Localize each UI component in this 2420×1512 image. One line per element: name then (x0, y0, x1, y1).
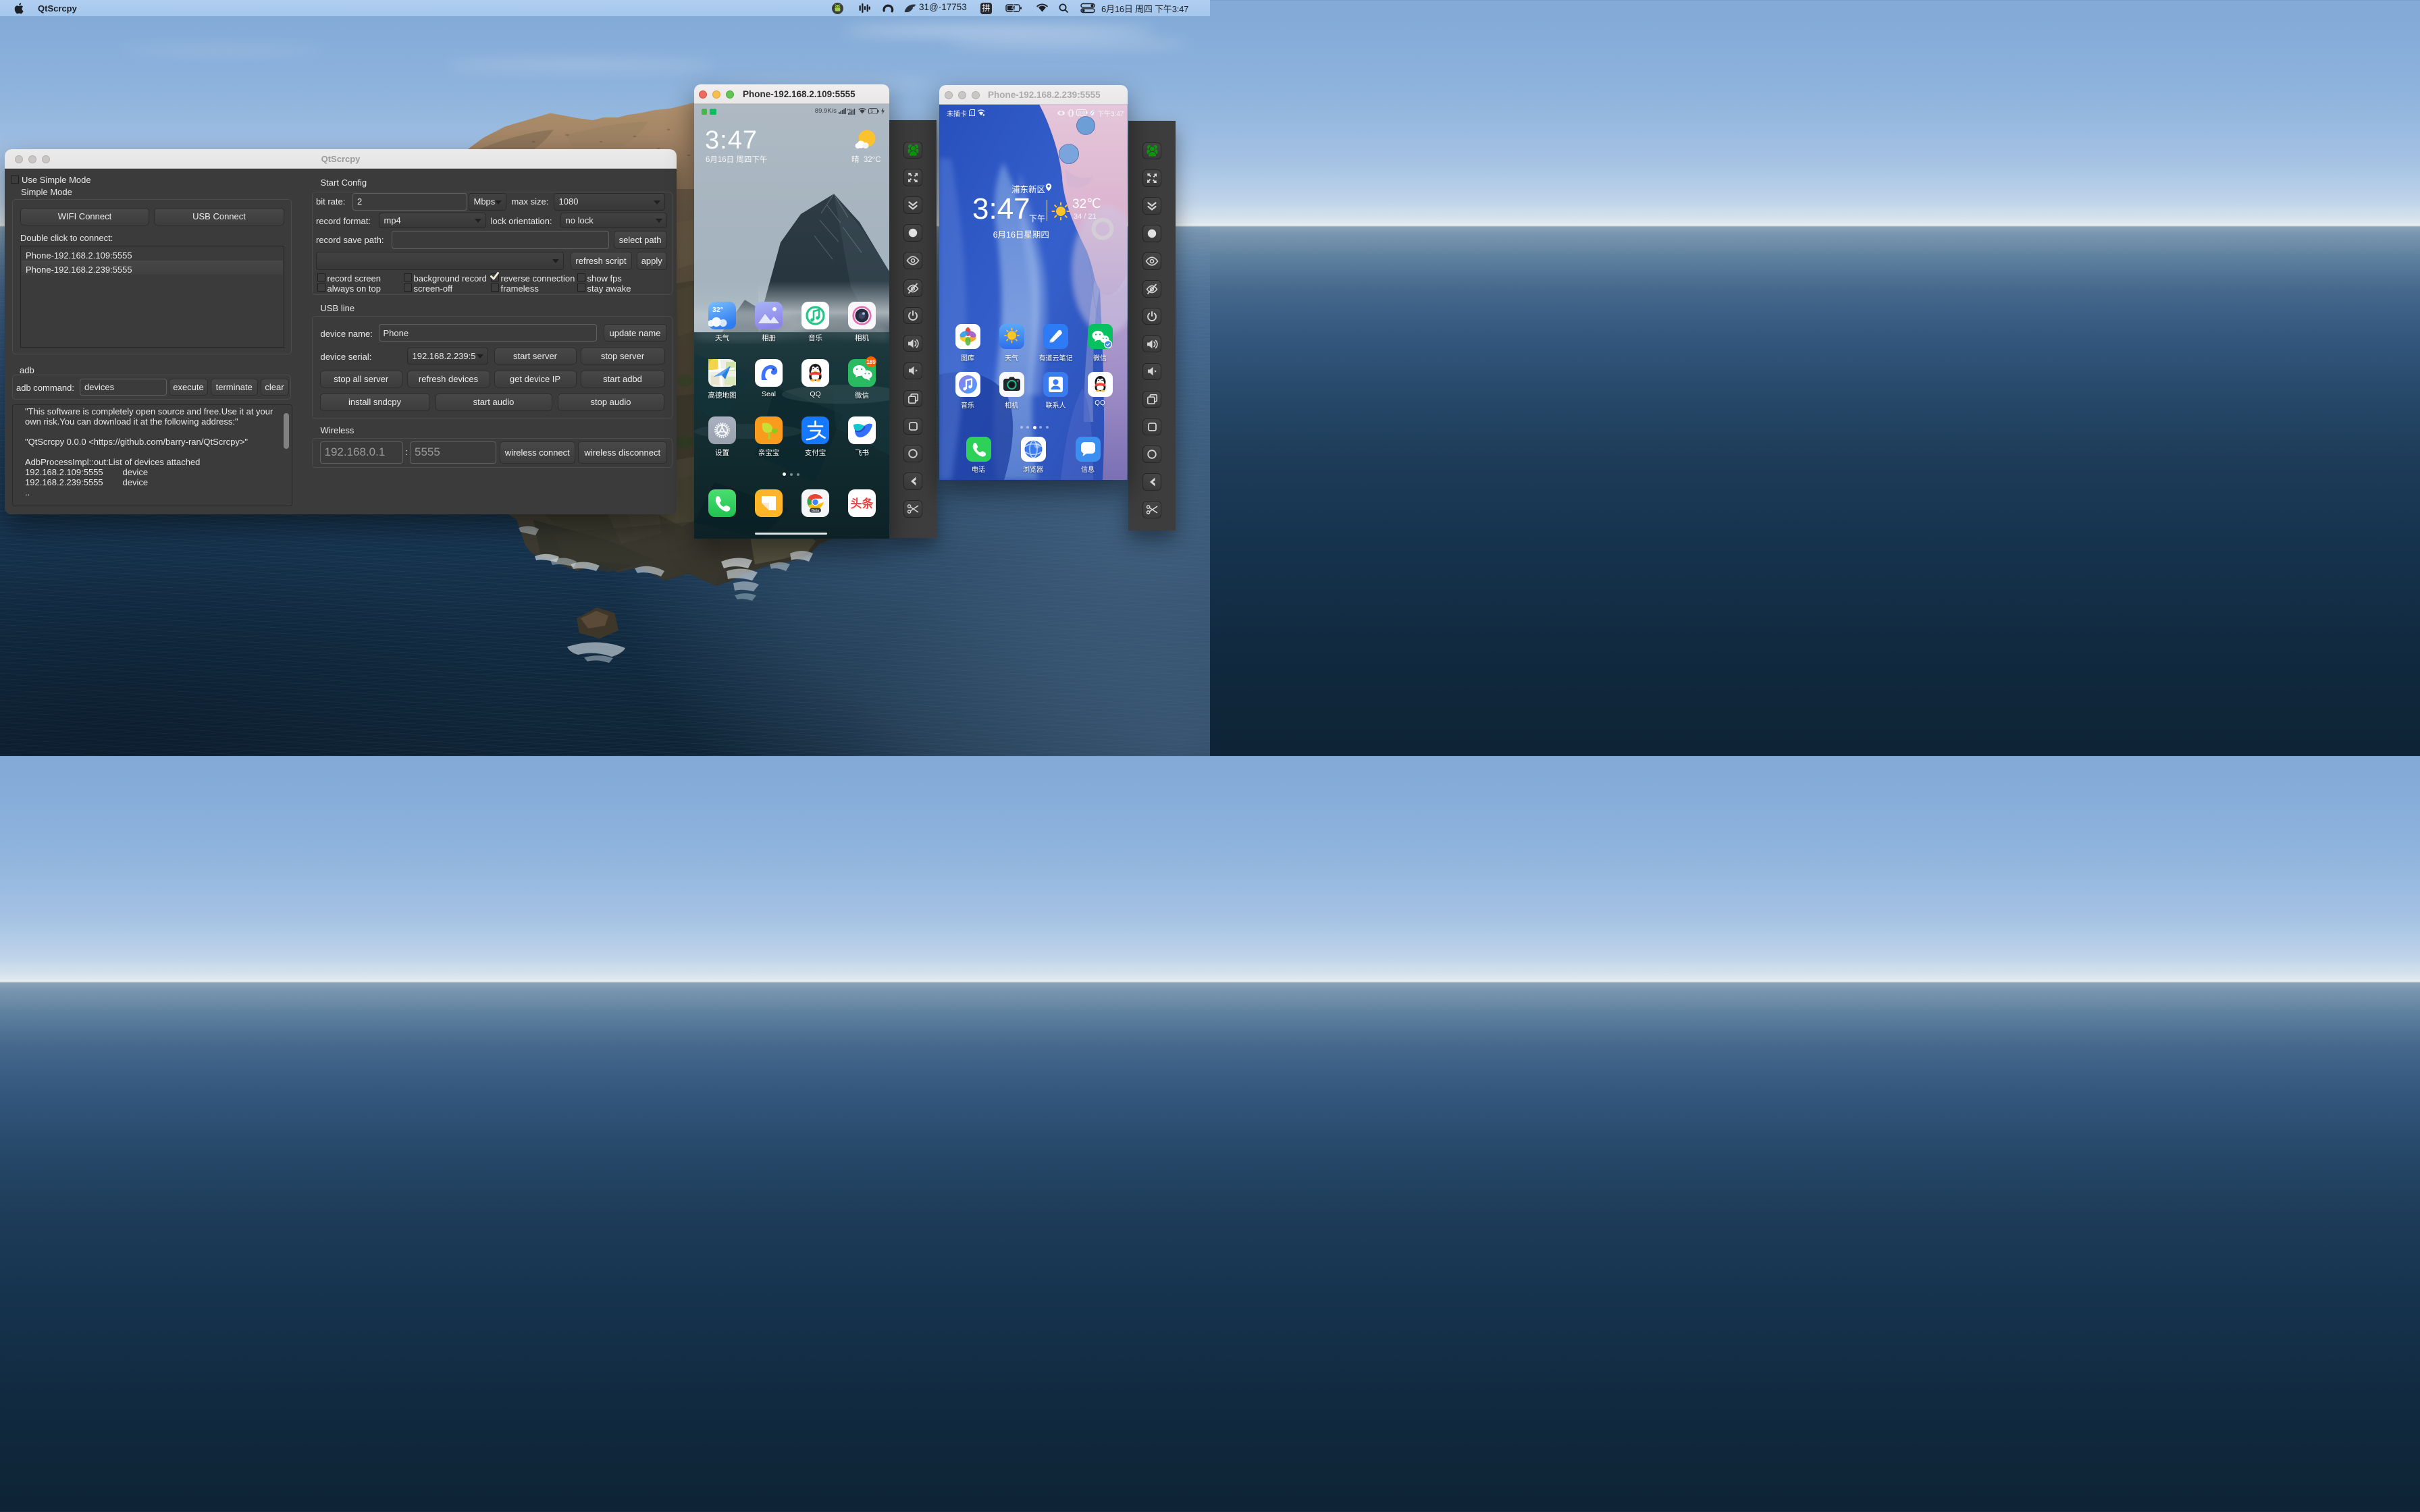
svg-text:Beta: Beta (812, 509, 820, 513)
svg-text:头条: 头条 (851, 497, 874, 510)
svg-text:100: 100 (1078, 111, 1086, 116)
svg-text:32°: 32° (712, 306, 723, 314)
svg-text:5: 5 (870, 109, 873, 114)
svg-text:!: ! (971, 111, 972, 116)
svg-text:189: 189 (866, 359, 876, 365)
